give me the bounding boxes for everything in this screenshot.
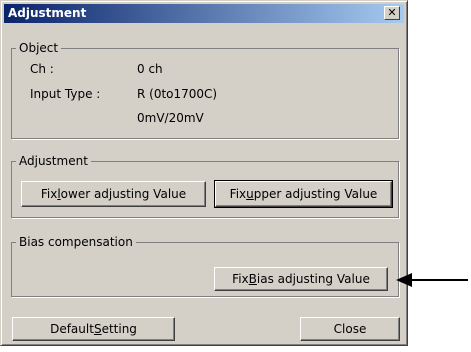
pointer-arrow-icon [396,273,468,287]
adjustment-dialog: Adjustment ✕ Object Ch : 0 ch Input Type… [0,0,408,346]
close-icon[interactable]: ✕ [384,6,400,20]
close-button[interactable]: Close [300,317,400,341]
close-label: Close [333,322,367,336]
default-setting-button[interactable]: Default Setting [12,317,175,341]
fix-upper-post: pper adjusting Value [253,187,378,201]
adjustment-legend: Adjustment [19,154,88,168]
object-legend: Object [19,41,59,55]
input-range-value: 0mV/20mV [137,111,204,125]
default-setting-key: S [93,322,102,336]
fix-upper-key: u [246,187,254,201]
fix-upper-button[interactable]: Fix upper adjusting Value [214,180,393,208]
default-setting-post: etting [101,322,137,336]
fix-bias-key: B [248,272,257,286]
fix-bias-button[interactable]: Fix Bias adjusting Value [214,267,388,291]
fix-lower-pre: Fix [40,187,58,201]
input-type-label: Input Type : [30,87,101,101]
fix-lower-button[interactable]: Fix lower adjusting Value [21,181,206,207]
fix-upper-pre: Fix [229,187,247,201]
close-glyph: ✕ [387,6,397,19]
ch-value: 0 ch [137,62,163,76]
bias-legend: Bias compensation [19,235,133,249]
default-setting-pre: Default [50,322,94,336]
fix-bias-pre: Fix [232,272,249,286]
title-bar[interactable]: Adjustment ✕ [4,4,404,23]
fix-lower-post: ower adjusting Value [60,187,187,201]
fix-bias-post: ias adjusting Value [256,272,370,286]
dialog-title: Adjustment [8,6,87,20]
input-type-value: R (0to1700C) [137,87,218,101]
ch-label: Ch : [30,62,54,76]
